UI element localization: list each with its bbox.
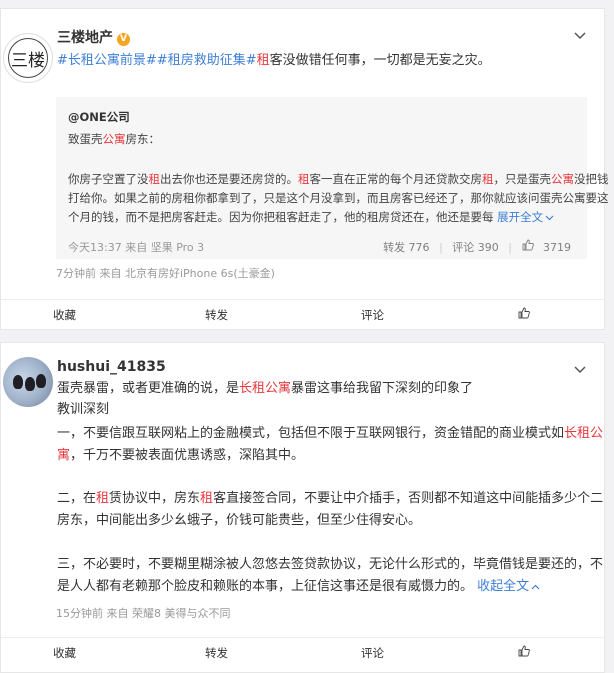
post-line-1: 蛋壳暴雷，或者更准确的说，是长租公寓暴雷这事给我留下深刻的印象了 <box>57 379 473 399</box>
quoted-meta: 今天13:37 来自 坚果 Pro 3 <box>68 239 204 255</box>
comment-button[interactable]: 评论 <box>361 300 384 330</box>
avatar-logo-text: 三楼 <box>11 51 45 71</box>
avatar-bird-shape <box>13 375 23 389</box>
chevron-down-icon <box>545 215 554 221</box>
quoted-source: 来自 坚果 Pro 3 <box>125 241 205 254</box>
text: 你房子空置了没 <box>68 172 149 186</box>
post-text-rest: 客没做错任何事，一切都是无妄之灾。 <box>269 53 491 68</box>
repost-button[interactable]: 转发 <box>205 300 228 330</box>
keyword-highlight: 长租公 <box>564 426 604 441</box>
text: 赁协议中，房东 <box>109 491 201 506</box>
post-line-4: 寓，千万不要被表面优惠诱惑，深陷其中。 <box>57 446 304 466</box>
author-name[interactable]: 三楼地产 V <box>57 27 130 47</box>
quoted-greeting: 致蛋壳公寓房东： <box>68 131 160 147</box>
keyword-highlight: 租 <box>200 491 214 506</box>
chevron-down-icon[interactable] <box>574 29 586 43</box>
text: 蛋壳暴雷，或者更准确的说，是 <box>57 381 240 396</box>
post-line-7: 三，不必要时，不要糊里糊涂被人忽悠去签贷款协议，无论什么形式的，毕竟借钱是要还的… <box>57 557 604 572</box>
post-line-5: 二，在租赁协议中，房东租客直接签合同，不要让中介插手，否则都不知道这中间能插多少… <box>57 489 603 509</box>
author-name[interactable]: hushui_41835 <box>57 359 166 375</box>
quoted-line-3: 个月的钱，而不是把房客赶走。因为你把租客赶走了，他的租房贷还在，他还是要每 展开… <box>68 209 554 225</box>
post-line-8: 是人人都有老赖那个脸皮和赖账的本事，上征信这事还是很有威慑力的。 收起全文 <box>57 577 540 597</box>
chevron-up-icon <box>531 584 540 590</box>
post-meta: 7分钟前 来自 北京有房好iPhone 6s(土豪金) <box>56 267 275 280</box>
quoted-time[interactable]: 今天13:37 <box>68 241 122 254</box>
collapse-label[interactable]: 收起全文 <box>477 579 529 594</box>
avatar[interactable] <box>3 357 53 407</box>
post-line-3: 一，不要信跟互联网粘上的金融模式，包括但不限于互联网银行，资金错配的商业模式如长… <box>57 424 603 444</box>
text: 房东： <box>125 132 161 146</box>
avatar-bird-shape <box>25 377 35 391</box>
text: 二，在 <box>57 491 97 506</box>
text: 客一直在正常的每个月还贷款交房 <box>309 172 483 186</box>
action-bar: 收藏 转发 评论 <box>1 299 604 329</box>
post-meta: 15分钟前 来自 荣耀8 美得与众不同 <box>56 607 231 620</box>
text: ，千万不要被表面优惠诱惑，深陷其中。 <box>70 448 305 463</box>
text: ，只是蛋壳 <box>493 172 552 186</box>
post-line-2: 教训深刻 <box>57 402 110 417</box>
text: 一，不要信跟互联网粘上的金融模式，包括但不限于互联网银行，资金错配的商业模式如 <box>57 426 565 441</box>
quoted-comment-count[interactable]: 评论 390 <box>452 241 499 254</box>
weibo-post-2: hushui_41835 蛋壳暴雷，或者更准确的说，是长租公寓暴雷这事给我留下深… <box>0 342 605 673</box>
keyword-highlight: 公寓 <box>551 172 574 186</box>
avatar-bird-shape <box>36 374 46 388</box>
text: 是人人都有老赖那个脸皮和赖账的本事，上征信这事还是很有威慑力的。 <box>57 579 474 594</box>
hashtag-link[interactable]: #租房救助征集# <box>157 53 257 68</box>
quoted-line-1: 你房子空置了没租出去你也还是要还房贷的。租客一直在正常的每个月还贷款交房租，只是… <box>68 171 609 187</box>
post-text: #长租公寓前景##租房救助征集#租客没做错任何事，一切都是无妄之灾。 <box>57 51 491 71</box>
keyword-highlight: 租 <box>256 53 270 68</box>
weibo-post-1: 三楼 三楼地产 V #长租公寓前景##租房救助征集#租客没做错任何事，一切都是无妄… <box>0 8 609 330</box>
text: 个月的钱，而不是把房客赶走。因为你把租客赶走了，他的租房贷还在，他还是要每 <box>68 210 494 224</box>
text: 致蛋壳 <box>68 132 103 146</box>
text: 出去你也还是要还房贷的。 <box>160 172 298 186</box>
keyword-highlight: 租 <box>482 172 494 186</box>
keyword-highlight: 租 <box>96 491 110 506</box>
post-line-6: 房东，中间能出多少幺蛾子，价钱可能贵些，但至少住得安心。 <box>57 513 422 528</box>
quoted-like-count: 3719 <box>543 241 571 254</box>
quoted-stats: 转发 776 | 评论 390 | 3719 <box>377 239 571 255</box>
keyword-highlight: 公寓 <box>102 132 126 146</box>
quoted-line-2: 打给你。如果之前的房租你都拿到了，只是这个月没拿到，而且房客已经还了，那你就应该… <box>68 191 609 205</box>
keyword-highlight: 租 <box>298 172 310 186</box>
verified-badge-icon: V <box>117 33 130 46</box>
thumbs-up-icon <box>522 239 534 251</box>
text: 客直接签合同，不要让中介插手，否则都不知道这中间能插多少个二 <box>213 491 604 506</box>
avatar[interactable]: 三楼 <box>3 33 53 83</box>
chevron-down-icon[interactable] <box>574 363 586 377</box>
keyword-highlight: 租 <box>148 172 161 186</box>
thumbs-up-icon <box>518 645 530 657</box>
expand-label[interactable]: 展开全文 <box>497 210 543 224</box>
divider: | <box>439 241 443 254</box>
quoted-post: @ONE公司 致蛋壳公寓房东： 你房子空置了没租出去你也还是要还房贷的。租客一直… <box>56 97 609 259</box>
like-button[interactable] <box>518 638 530 668</box>
keyword-highlight: 长租公寓 <box>239 381 292 396</box>
expand-full-text-link[interactable]: 展开全文 <box>497 210 554 224</box>
like-button[interactable] <box>518 300 530 330</box>
hashtag-link[interactable]: #长租公寓前景# <box>57 53 157 68</box>
favorite-button[interactable]: 收藏 <box>53 638 76 668</box>
favorite-button[interactable]: 收藏 <box>53 300 76 330</box>
comment-button[interactable]: 评论 <box>361 638 384 668</box>
quoted-like[interactable]: 3719 <box>522 239 571 254</box>
keyword-highlight: 寓 <box>57 448 71 463</box>
author-name-text[interactable]: 三楼地产 <box>57 30 113 46</box>
quoted-author[interactable]: @ONE公司 <box>68 109 130 125</box>
divider: | <box>508 241 512 254</box>
collapse-full-text-link[interactable]: 收起全文 <box>477 579 540 594</box>
action-bar: 收藏 转发 评论 <box>1 637 604 667</box>
text: 没把钱 <box>574 172 609 186</box>
thumbs-up-icon <box>518 307 530 319</box>
text: 暴雷这事给我留下深刻的印象了 <box>291 381 474 396</box>
quoted-repost-count[interactable]: 转发 776 <box>383 241 430 254</box>
repost-button[interactable]: 转发 <box>205 638 228 668</box>
